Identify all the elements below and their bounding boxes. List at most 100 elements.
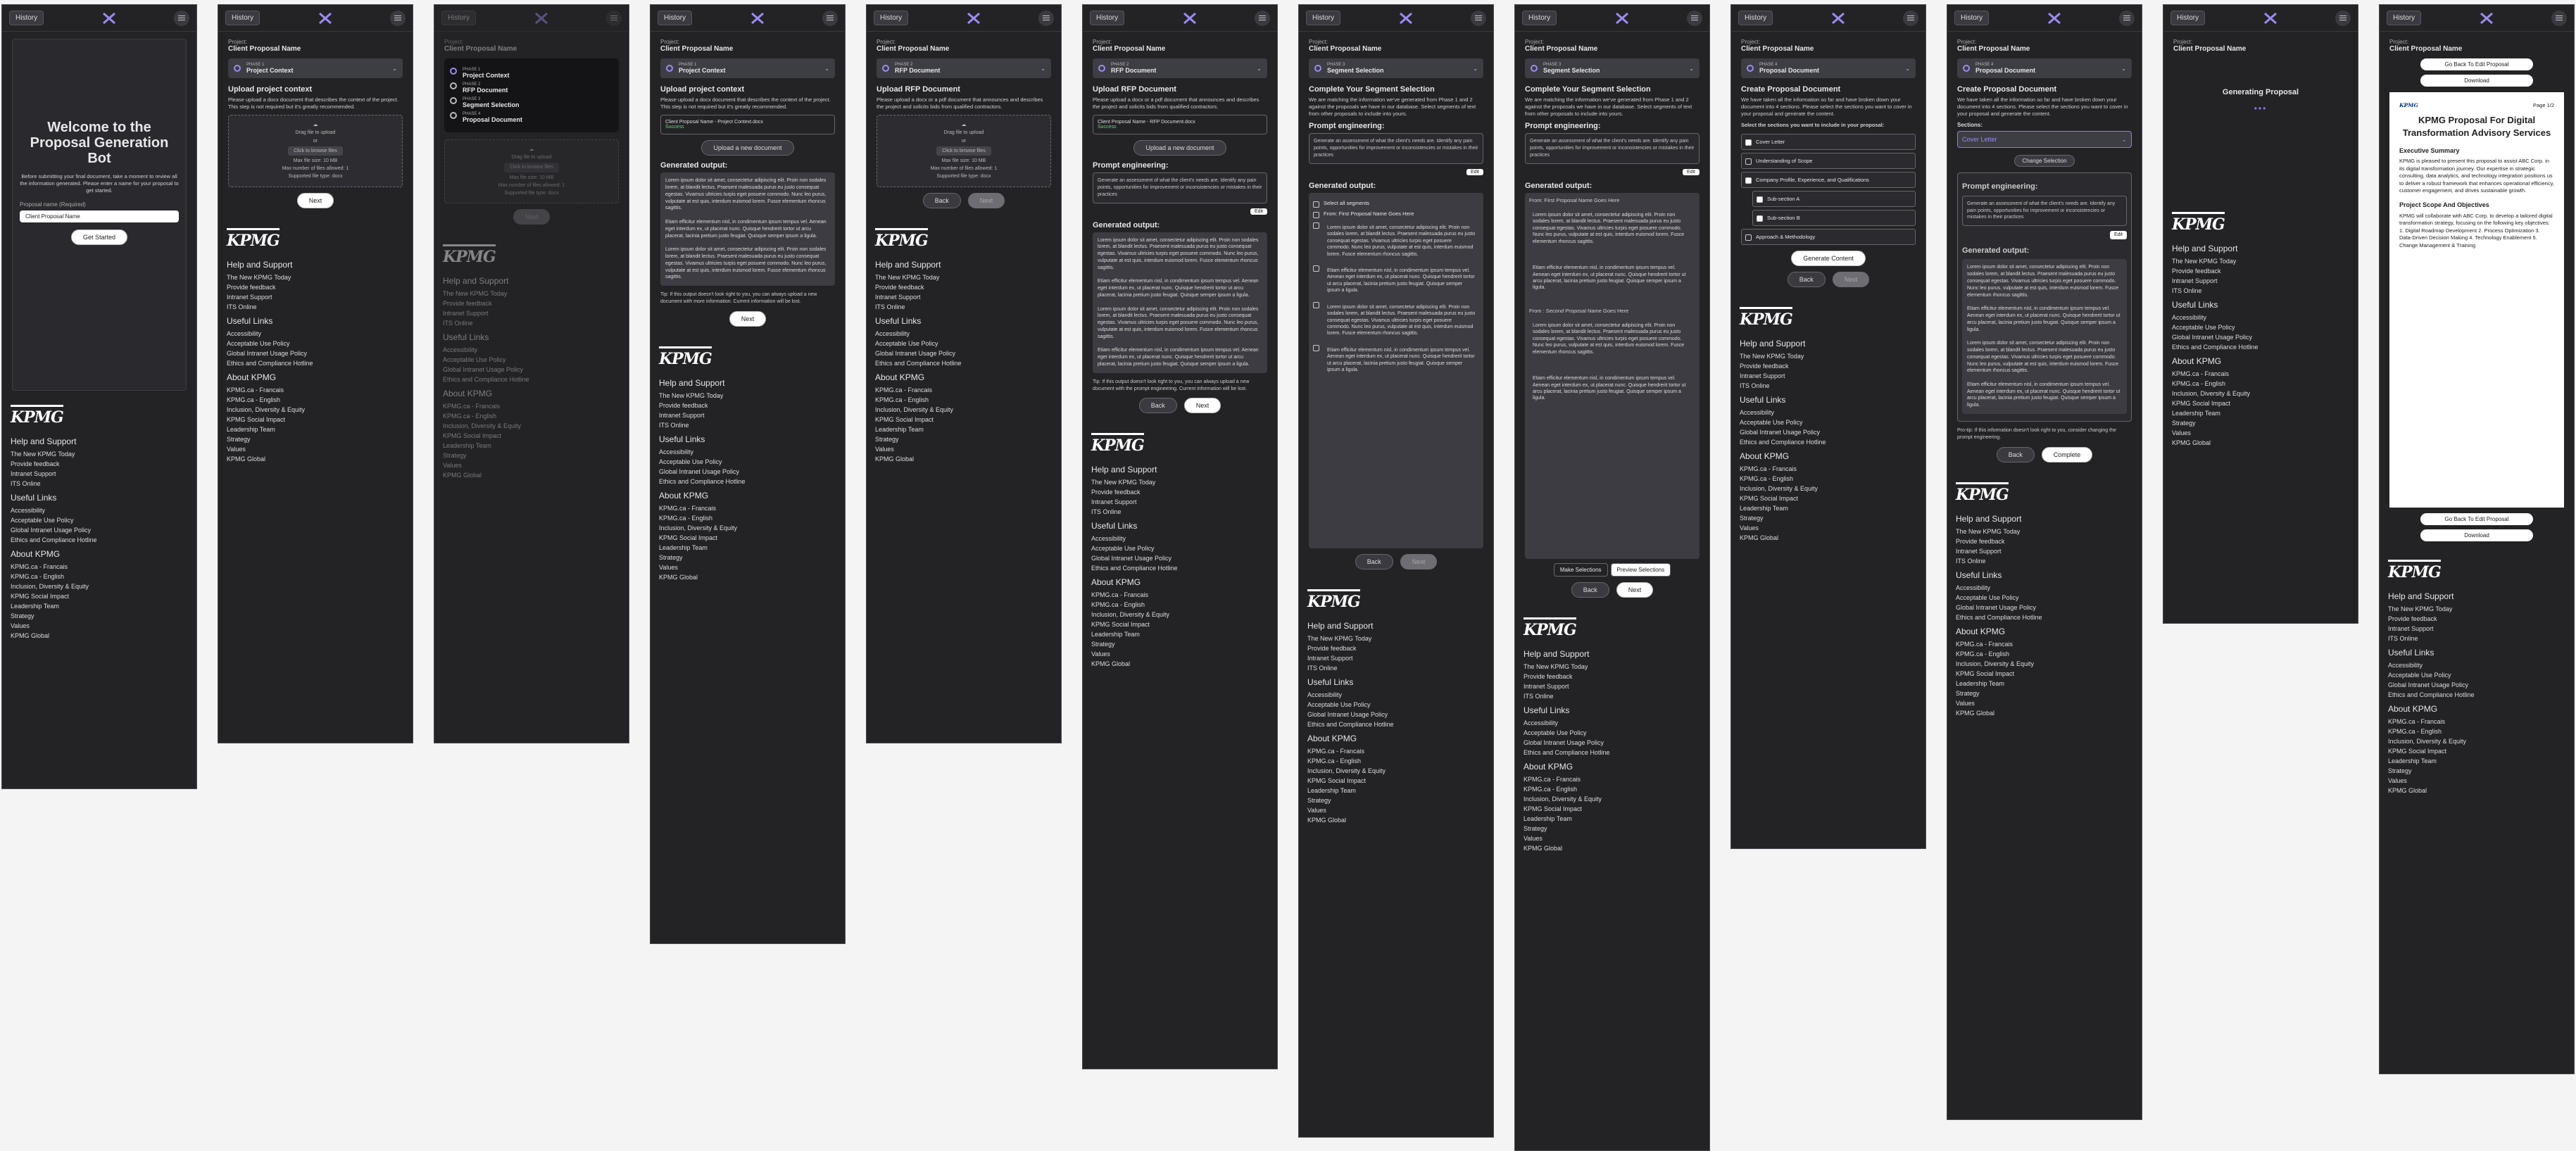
footer-link[interactable]: Accessibility <box>2388 662 2565 669</box>
footer-link[interactable]: ITS Online <box>2388 635 2565 642</box>
phase-selector[interactable]: PHASE 2 RFP Document ⌄ <box>877 58 1051 78</box>
footer-link[interactable]: KPMG.ca - Francais <box>227 386 404 394</box>
footer-link[interactable]: Inclusion, Diversity & Equity <box>1091 611 1269 618</box>
footer-link[interactable]: Global Intranet Usage Policy <box>227 350 404 357</box>
footer-link[interactable]: Ethics and Compliance Hotline <box>1091 565 1269 572</box>
footer-link[interactable]: Accessibility <box>227 330 404 337</box>
menu-icon[interactable] <box>1687 10 1702 26</box>
footer-link[interactable]: Values <box>1091 650 1269 658</box>
footer-link[interactable]: Accessibility <box>659 448 836 455</box>
footer-link[interactable]: Ethics and Compliance Hotline <box>1523 749 1701 756</box>
footer-link[interactable]: The New KPMG Today <box>875 274 1053 281</box>
footer-link[interactable]: Inclusion, Diversity & Equity <box>2388 738 2565 745</box>
footer-link[interactable]: Leadership Team <box>2388 757 2565 765</box>
footer-link[interactable]: ITS Online <box>11 480 188 487</box>
checkbox[interactable] <box>1313 201 1319 208</box>
footer-link[interactable]: KPMG.ca - Francais <box>1091 591 1269 598</box>
footer-link[interactable]: Values <box>1307 807 1485 814</box>
footer-link[interactable]: ITS Online <box>659 422 836 429</box>
footer-link[interactable]: Global Intranet Usage Policy <box>1091 555 1269 562</box>
footer-link[interactable]: Global Intranet Usage Policy <box>1740 429 1917 436</box>
history-button[interactable]: History <box>1090 11 1125 25</box>
phase-selector[interactable]: PHASE 4 Proposal Document ⌄ <box>1957 58 2132 78</box>
footer-link[interactable]: Ethics and Compliance Hotline <box>1956 614 2133 621</box>
footer-link[interactable]: ITS Online <box>2172 287 2349 294</box>
footer-link[interactable]: Provide feedback <box>1956 538 2133 545</box>
footer-link[interactable]: Accessibility <box>1740 409 1917 416</box>
phase-selector[interactable]: PHASE 2 RFP Document ⌄ <box>1093 58 1267 78</box>
proposal-name-input[interactable]: Client Proposal Name <box>20 210 179 223</box>
footer-link[interactable]: Values <box>875 446 1053 453</box>
footer-link[interactable]: KPMG.ca - English <box>227 396 404 403</box>
segment-item[interactable]: Lorem ipsum dolor sit amet, consectetur … <box>1313 220 1479 261</box>
footer-link[interactable]: Intranet Support <box>1523 683 1701 690</box>
footer-link[interactable]: Inclusion, Diversity & Equity <box>659 524 836 532</box>
next-button[interactable]: Next <box>1183 398 1221 414</box>
footer-link[interactable]: Accessibility <box>1523 719 1701 727</box>
checkbox[interactable] <box>1757 215 1763 222</box>
footer-link[interactable]: KPMG Social Impact <box>443 432 620 439</box>
make-selections-tab[interactable]: Make Selections <box>1553 562 1608 577</box>
footer-link[interactable]: Global Intranet Usage Policy <box>2388 681 2565 688</box>
browse-files-button[interactable]: Click to browse files <box>936 146 991 156</box>
footer-link[interactable]: Leadership Team <box>1307 787 1485 794</box>
footer-link[interactable]: Inclusion, Diversity & Equity <box>1307 767 1485 774</box>
checkbox[interactable] <box>1313 222 1319 229</box>
footer-link[interactable]: Acceptable Use Policy <box>227 340 404 347</box>
footer-link[interactable]: KPMG.ca - English <box>659 515 836 522</box>
footer-link[interactable]: KPMG Social Impact <box>659 534 836 541</box>
back-button[interactable]: Back <box>1138 398 1177 414</box>
footer-link[interactable]: Ethics and Compliance Hotline <box>659 478 836 485</box>
selected-segments[interactable]: From: First Proposal Name Goes Here Lore… <box>1525 192 1699 559</box>
download-button[interactable]: Download <box>2420 75 2533 87</box>
footer-link[interactable]: KPMG.ca - Francais <box>1307 748 1485 755</box>
back-button[interactable]: Back <box>922 192 961 208</box>
history-button[interactable]: History <box>874 11 909 25</box>
footer-link[interactable]: Provide feedback <box>443 300 620 307</box>
footer-link[interactable]: KPMG Social Impact <box>11 593 188 600</box>
section-option[interactable]: Cover Letter <box>1741 133 1916 150</box>
footer-link[interactable]: Inclusion, Diversity & Equity <box>1523 795 1701 803</box>
footer-link[interactable]: KPMG Global <box>1523 845 1701 852</box>
complete-button[interactable]: Complete <box>2041 446 2093 463</box>
back-button[interactable]: Back <box>1571 581 1609 598</box>
menu-icon[interactable] <box>1471 10 1486 26</box>
footer-link[interactable]: Global Intranet Usage Policy <box>11 527 188 534</box>
next-button[interactable]: Next <box>729 310 767 327</box>
prompt-textarea[interactable]: Generate an assessment of what the clien… <box>1525 133 1699 164</box>
history-button[interactable]: History <box>441 11 477 25</box>
checkbox[interactable] <box>1757 196 1763 203</box>
history-button[interactable]: History <box>2387 11 2422 25</box>
prompt-textarea[interactable]: Generate an assessment of what the clien… <box>1962 195 2127 227</box>
footer-link[interactable]: Strategy <box>2388 767 2565 774</box>
footer-link[interactable]: Ethics and Compliance Hotline <box>443 376 620 383</box>
footer-link[interactable]: ITS Online <box>875 303 1053 310</box>
next-button[interactable]: Next <box>1616 581 1654 598</box>
segment-item[interactable]: Etiam efficitur elementum nisl, in condi… <box>1313 343 1479 377</box>
footer-link[interactable]: Global Intranet Usage Policy <box>2172 334 2349 341</box>
checkbox[interactable] <box>1745 158 1752 165</box>
back-to-edit-button[interactable]: Go Back To Edit Proposal <box>2420 58 2533 70</box>
footer-link[interactable]: Global Intranet Usage Policy <box>1523 739 1701 746</box>
footer-link[interactable]: The New KPMG Today <box>659 392 836 399</box>
footer-link[interactable]: Strategy <box>1091 641 1269 648</box>
checkbox[interactable] <box>1745 234 1752 241</box>
footer-link[interactable]: Leadership Team <box>1091 631 1269 638</box>
footer-link[interactable]: KPMG.ca - English <box>1523 786 1701 793</box>
section-option[interactable]: Understanding of Scope <box>1741 152 1916 169</box>
footer-link[interactable]: Provide feedback <box>659 402 836 409</box>
footer-link[interactable]: Provide feedback <box>875 284 1053 291</box>
menu-icon[interactable] <box>2551 10 2567 26</box>
footer-link[interactable]: Provide feedback <box>1091 489 1269 496</box>
footer-link[interactable]: KPMG.ca - Francais <box>443 403 620 410</box>
footer-link[interactable]: KPMG Global <box>1307 817 1485 824</box>
checkbox[interactable] <box>1313 211 1319 218</box>
upload-new-button[interactable]: Upload a new document <box>701 140 794 156</box>
footer-link[interactable]: The New KPMG Today <box>227 274 404 281</box>
footer-link[interactable]: KPMG.ca - English <box>443 413 620 420</box>
history-button[interactable]: History <box>225 11 260 25</box>
checkbox[interactable] <box>1313 344 1319 351</box>
footer-link[interactable]: Provide feedback <box>1740 363 1917 370</box>
footer-link[interactable]: Intranet Support <box>1956 548 2133 555</box>
menu-icon[interactable] <box>822 10 838 26</box>
